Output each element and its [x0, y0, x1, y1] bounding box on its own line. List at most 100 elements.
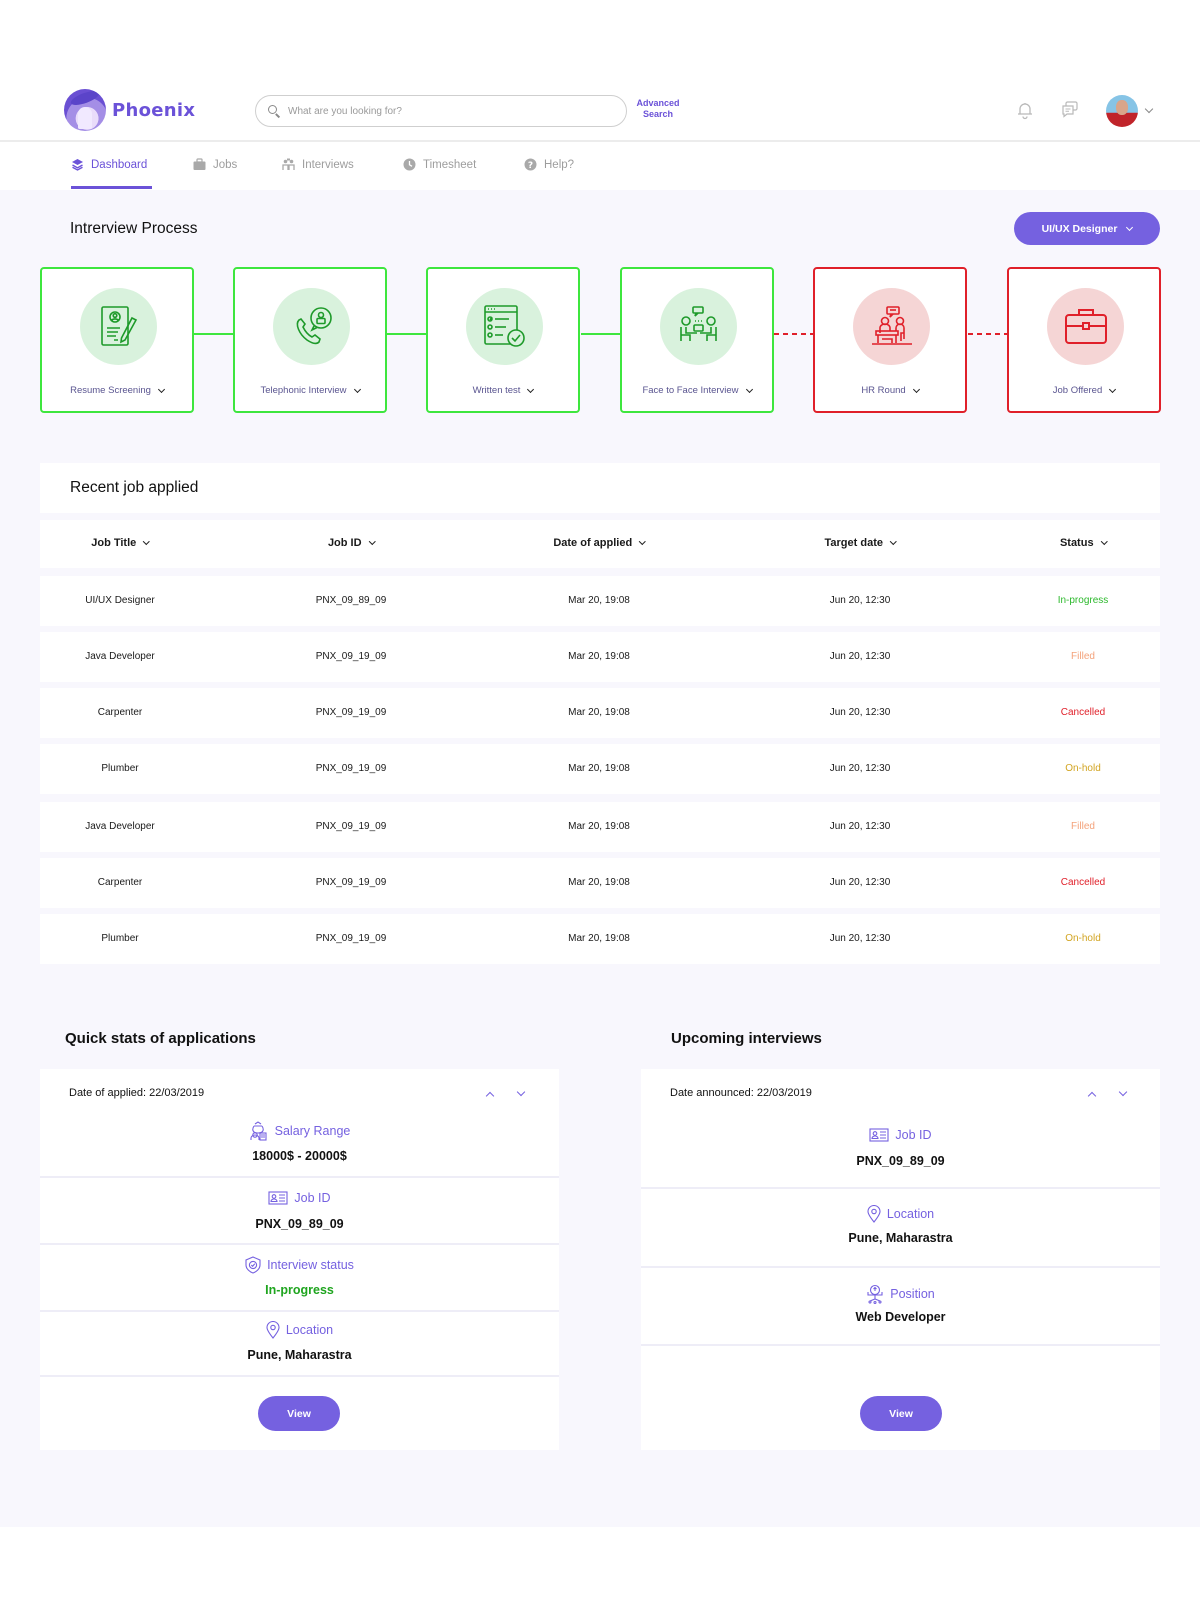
resume-icon — [100, 305, 137, 346]
stat-label-text: Job ID — [895, 1128, 932, 1142]
chat-icon[interactable] — [1060, 99, 1080, 119]
stat-interview-status-value: In-progress — [265, 1283, 334, 1297]
cell-date-applied: Mar 20, 19:08 — [568, 821, 630, 832]
hr-round-icon — [871, 305, 912, 345]
active-tab-indicator — [71, 186, 152, 189]
step-telephonic-interview[interactable]: Telephonic Interview — [233, 267, 387, 413]
divider — [40, 1375, 559, 1377]
step-connector-pending — [774, 333, 814, 335]
step-icon-bg — [853, 288, 930, 365]
cell-job-id: PNX_09_19_09 — [315, 707, 387, 718]
chevron-up-icon[interactable] — [1087, 1091, 1097, 1101]
divider — [641, 1266, 1160, 1268]
upcoming-position-label: Position — [641, 1284, 1160, 1304]
cell-status: Cancelled — [1060, 707, 1106, 718]
column-header-target-date[interactable]: Target date — [780, 537, 940, 549]
cell-target-date: Jun 20, 12:30 — [829, 595, 891, 606]
search-icon — [268, 105, 280, 117]
column-header-date-applied[interactable]: Date of applied — [519, 537, 679, 549]
divider — [40, 1310, 559, 1312]
date-applied: Date of applied: 22/03/2019 — [69, 1087, 205, 1099]
cell-date-applied: Mar 20, 19:08 — [568, 877, 630, 888]
nav-tab-timesheet[interactable]: Timesheet — [403, 158, 476, 171]
cell-job-id: PNX_09_19_09 — [315, 821, 387, 832]
chevron-down-icon[interactable] — [1144, 104, 1154, 114]
quick-stats-title: Quick stats of applications — [65, 1030, 256, 1047]
cell-job-title: Plumber — [101, 763, 139, 774]
step-label-text: Resume Screening — [70, 385, 151, 396]
cell-target-date: Jun 20, 12:30 — [829, 763, 891, 774]
nav-label: Jobs — [213, 158, 238, 171]
column-header-status[interactable]: Status — [1003, 537, 1163, 549]
step-hr-round[interactable]: HR Round — [813, 267, 967, 413]
column-header-job-id[interactable]: Job ID — [271, 537, 431, 549]
nav-tab-help[interactable]: ? Help? — [524, 158, 574, 171]
date-announced: Date announced: 22/03/2019 — [670, 1087, 812, 1099]
upcoming-view-button[interactable]: View — [860, 1396, 942, 1431]
cell-status: Cancelled — [1060, 877, 1106, 888]
upcoming-location-value: Pune, Maharastra — [848, 1231, 953, 1245]
step-written-test[interactable]: Written test — [426, 267, 580, 413]
stat-job-id-value: PNX_09_89_09 — [255, 1217, 344, 1231]
table-row[interactable]: Plumber PNX_09_19_09 Mar 20, 19:08 Jun 20, … — [40, 744, 1160, 794]
cell-job-id: PNX_09_89_09 — [315, 595, 387, 606]
chevron-down-icon[interactable] — [516, 1087, 526, 1097]
main-nav: Dashboard Jobs Interviews Timesheet ? He… — [0, 144, 1200, 190]
step-connector — [387, 333, 427, 335]
step-icon-bg — [80, 288, 157, 365]
nav-label: Timesheet — [423, 158, 477, 171]
cell-status: In-progress — [1057, 595, 1109, 606]
logo[interactable]: Phoenix — [64, 89, 195, 131]
phone-call-icon — [296, 306, 332, 344]
role-selector-dropdown[interactable]: UI/UX Designer — [1014, 212, 1160, 245]
step-resume-screening[interactable]: Resume Screening — [40, 267, 194, 413]
column-header-job-title[interactable]: Job Title — [40, 537, 200, 549]
chevron-down-icon — [639, 538, 646, 545]
position-icon — [867, 1284, 883, 1304]
search-input[interactable] — [288, 105, 608, 117]
advanced-search-link[interactable]: Advanced Search — [632, 98, 684, 120]
table-row[interactable]: UI/UX Designer PNX_09_89_09 Mar 20, 19:08 J… — [40, 576, 1160, 626]
step-label: HR Round — [815, 385, 965, 396]
cell-status: Filled — [1071, 651, 1095, 662]
cell-job-id: PNX_09_19_09 — [315, 651, 387, 662]
phoenix-logo-icon — [64, 89, 106, 131]
chevron-down-icon — [912, 385, 920, 393]
cell-job-title: Carpenter — [97, 877, 143, 888]
step-label: Job Offered — [1009, 385, 1159, 396]
nav-tab-dashboard[interactable]: Dashboard — [71, 158, 147, 171]
step-connector — [581, 333, 621, 335]
briefcase-icon — [1064, 308, 1107, 344]
step-icon-bg — [466, 288, 543, 365]
recent-jobs-title: Recent job applied — [70, 479, 199, 496]
quick-stats-view-button[interactable]: View — [258, 1396, 340, 1431]
column-header-label: Target date — [824, 537, 883, 549]
table-row[interactable]: Carpenter PNX_09_19_09 Mar 20, 19:08 Jun 20… — [40, 858, 1160, 908]
table-row[interactable]: Plumber PNX_09_19_09 Mar 20, 19:08 Jun 20, … — [40, 914, 1160, 964]
step-label-text: Telephonic Interview — [260, 385, 347, 396]
cell-date-applied: Mar 20, 19:08 — [568, 707, 630, 718]
table-row[interactable]: Java Developer PNX_09_19_09 Mar 20, 19:08 J… — [40, 632, 1160, 682]
svg-text:?: ? — [528, 161, 533, 171]
layers-icon — [72, 159, 83, 171]
chevron-up-icon[interactable] — [485, 1091, 495, 1101]
step-face-to-face-interview[interactable]: Face to Face Interview — [620, 267, 774, 413]
table-row[interactable]: Carpenter PNX_09_19_09 Mar 20, 19:08 Jun 20… — [40, 688, 1160, 738]
stat-salary-label: Salary Range — [40, 1121, 559, 1141]
nav-tab-jobs[interactable]: Jobs — [193, 158, 237, 171]
cell-target-date: Jun 20, 12:30 — [829, 707, 891, 718]
chevron-down-icon — [143, 538, 150, 545]
nav-tab-interviews[interactable]: Interviews — [282, 158, 354, 171]
stat-salary-value: 18000$ - 20000$ — [252, 1149, 347, 1163]
step-icon-bg — [1047, 288, 1124, 365]
step-label-text: Face to Face Interview — [642, 385, 739, 396]
brand-name: Phoenix — [112, 99, 196, 121]
search-box[interactable] — [255, 95, 627, 127]
cell-job-title: Carpenter — [97, 707, 143, 718]
bell-icon[interactable] — [1015, 100, 1035, 120]
table-row[interactable]: Java Developer PNX_09_19_09 Mar 20, 19:08 J… — [40, 802, 1160, 852]
step-job-offered[interactable]: Job Offered — [1007, 267, 1161, 413]
user-avatar[interactable] — [1106, 95, 1138, 127]
chevron-down-icon[interactable] — [1118, 1087, 1128, 1097]
role-selector-label: UI/UX Designer — [1041, 222, 1118, 235]
